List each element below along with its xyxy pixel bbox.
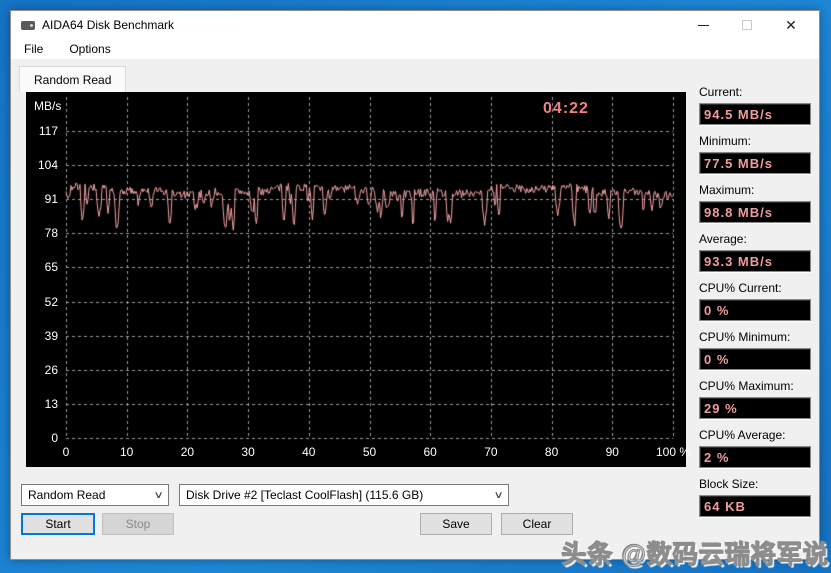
stat-label: Average:: [699, 232, 747, 246]
maximize-icon: [742, 20, 752, 30]
y-tick-label: 26: [44, 362, 58, 377]
y-tick-label: 117: [38, 124, 58, 138]
stat-value: 93.3 MB/s: [699, 250, 811, 272]
x-tick-label: 0: [62, 445, 70, 459]
stat-value: 77.5 MB/s: [699, 152, 811, 174]
stat-average: Average: 93.3 MB/s: [699, 232, 811, 272]
minimize-icon: [697, 24, 709, 26]
clear-button[interactable]: Clear: [501, 513, 573, 535]
stat-label: CPU% Minimum:: [699, 330, 791, 344]
x-tick-label: 60: [423, 445, 437, 459]
stat-label: Maximum:: [699, 183, 755, 197]
y-tick-label: 65: [44, 260, 58, 275]
stat-cpu-average: CPU% Average: 2 %: [699, 428, 811, 468]
stat-label: CPU% Maximum:: [699, 379, 794, 393]
maximize-button: [725, 11, 769, 39]
stat-label: Current:: [699, 85, 743, 99]
stat-label: CPU% Current:: [699, 281, 782, 295]
app-window: AIDA64 Disk Benchmark ✕ File Options Ran…: [10, 10, 820, 560]
benchmark-type-value: Random Read: [28, 488, 106, 502]
stat-label: Minimum:: [699, 134, 752, 148]
stat-minimum: Minimum: 77.5 MB/s: [699, 134, 811, 174]
y-tick-label: 0: [51, 431, 58, 445]
chevron-down-icon: ∨: [493, 489, 504, 501]
menu-options[interactable]: Options: [66, 40, 113, 58]
y-tick-label: 39: [44, 328, 58, 343]
save-button[interactable]: Save: [420, 513, 492, 535]
stat-cpu-current: CPU% Current: 0 %: [699, 281, 811, 321]
x-tick-label: 100 %: [655, 445, 691, 459]
stat-value: 29 %: [699, 397, 811, 419]
chart-canvas: [26, 92, 686, 467]
x-tick-label: 20: [180, 445, 195, 459]
drive-select[interactable]: Disk Drive #2 [Teclast CoolFlash] (115.6…: [179, 484, 509, 506]
disk-drive-icon: [21, 20, 35, 30]
stat-current: Current: 94.5 MB/s: [699, 85, 811, 125]
stat-cpu-maximum: CPU% Maximum: 29 %: [699, 379, 811, 419]
x-tick-label: 80: [544, 445, 559, 459]
watermark: 头条 @数码云瑞将军说: [561, 541, 829, 570]
stat-value: 0 %: [699, 348, 811, 370]
stat-maximum: Maximum: 98.8 MB/s: [699, 183, 811, 223]
stop-button: Stop: [102, 513, 174, 535]
benchmark-chart: MB/s 117 104 91 78 65 52 39 26 13 0 0 10 20 30 40 50 60…: [26, 92, 690, 467]
chevron-down-icon: ∨: [153, 489, 164, 501]
window-title: AIDA64 Disk Benchmark: [42, 18, 175, 32]
x-tick-label: 10: [120, 445, 134, 459]
stat-cpu-minimum: CPU% Minimum: 0 %: [699, 330, 811, 370]
x-tick-label: 70: [484, 445, 498, 459]
stat-label: CPU% Average:: [699, 428, 786, 442]
x-tick-label: 50: [362, 445, 377, 459]
y-tick-label: 52: [44, 294, 58, 309]
start-button[interactable]: Start: [21, 513, 95, 535]
drive-select-value: Disk Drive #2 [Teclast CoolFlash] (115.6…: [186, 488, 424, 502]
x-tick-label: 30: [241, 445, 255, 459]
stat-value: 98.8 MB/s: [699, 201, 811, 223]
minimize-button[interactable]: [681, 11, 725, 39]
x-tick-label: 90: [605, 445, 619, 459]
close-icon: ✕: [785, 17, 797, 33]
close-button[interactable]: ✕: [769, 11, 813, 39]
y-axis-unit-label: MB/s: [34, 99, 62, 113]
stats-panel: Current: 94.5 MB/s Minimum: 77.5 MB/s Ma…: [699, 85, 811, 526]
y-tick-label: 78: [44, 226, 58, 241]
title-bar: AIDA64 Disk Benchmark ✕: [11, 11, 819, 39]
stat-label: Block Size:: [699, 477, 759, 491]
menu-bar: File Options: [11, 39, 819, 59]
benchmark-type-select[interactable]: Random Read ∨: [21, 484, 169, 506]
stat-value: 0 %: [699, 299, 811, 321]
menu-file[interactable]: File: [21, 40, 46, 58]
y-tick-label: 13: [44, 396, 58, 411]
window-controls: ✕: [681, 11, 813, 39]
stat-value: 64 KB: [699, 495, 811, 517]
tab-random-read[interactable]: Random Read: [19, 66, 127, 92]
stat-value: 2 %: [699, 446, 811, 468]
stat-value: 94.5 MB/s: [699, 103, 811, 125]
y-tick-label: 91: [44, 192, 58, 207]
y-tick-label: 104: [37, 158, 58, 173]
elapsed-time: 04:22: [543, 100, 589, 117]
stat-block-size: Block Size: 64 KB: [699, 477, 811, 517]
x-tick-label: 40: [302, 445, 316, 459]
